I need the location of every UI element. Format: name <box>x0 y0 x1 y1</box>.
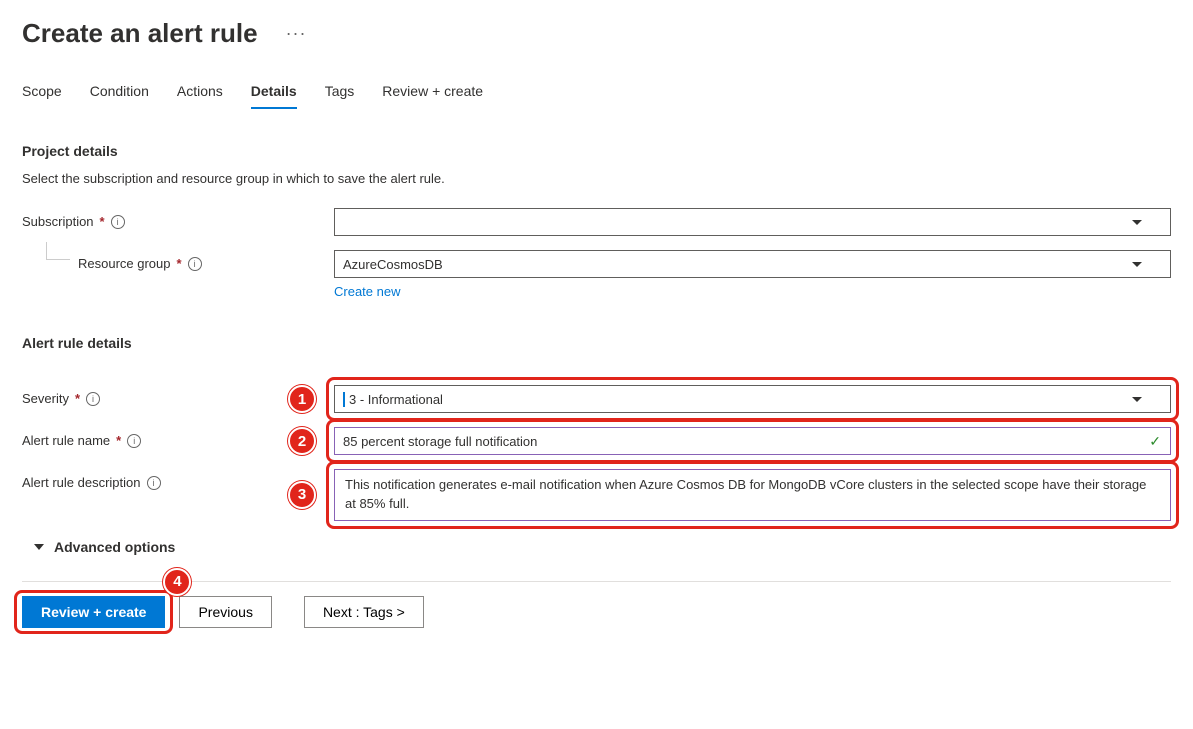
more-actions-icon[interactable]: ··· <box>286 23 307 44</box>
page-title: Create an alert rule <box>22 18 258 49</box>
info-icon[interactable]: i <box>188 257 202 271</box>
required-asterisk: * <box>116 433 121 448</box>
tree-connector <box>46 242 70 260</box>
tab-details[interactable]: Details <box>251 83 297 109</box>
chevron-down-icon <box>34 544 44 550</box>
advanced-options-toggle[interactable]: Advanced options <box>22 539 1171 555</box>
info-icon[interactable]: i <box>147 476 161 490</box>
required-asterisk: * <box>177 256 182 271</box>
required-asterisk: * <box>75 391 80 406</box>
info-icon[interactable]: i <box>86 392 100 406</box>
footer-actions: Review + create Previous Next : Tags > <box>22 581 1171 628</box>
review-create-button[interactable]: Review + create <box>22 596 165 628</box>
tab-review-create[interactable]: Review + create <box>382 83 483 109</box>
tab-condition[interactable]: Condition <box>90 83 149 109</box>
resource-group-select[interactable]: AzureCosmosDB <box>334 250 1171 278</box>
tab-tags[interactable]: Tags <box>325 83 355 109</box>
severity-select[interactable]: 3 - Informational <box>334 385 1171 413</box>
subscription-select[interactable] <box>334 208 1171 236</box>
project-details-sub: Select the subscription and resource gro… <box>22 171 1171 186</box>
create-new-link[interactable]: Create new <box>334 284 400 299</box>
severity-label: Severity <box>22 391 69 406</box>
next-tags-button[interactable]: Next : Tags > <box>304 596 424 628</box>
required-asterisk: * <box>100 214 105 229</box>
subscription-label: Subscription <box>22 214 94 229</box>
alert-rule-name-value: 85 percent storage full notification <box>343 434 537 449</box>
chevron-down-icon <box>1132 397 1142 402</box>
resource-group-label: Resource group <box>78 256 171 271</box>
tab-scope[interactable]: Scope <box>22 83 62 109</box>
info-icon[interactable]: i <box>111 215 125 229</box>
alert-rule-name-input[interactable]: 85 percent storage full notification <box>334 427 1171 455</box>
chevron-down-icon <box>1132 220 1142 225</box>
advanced-options-label: Advanced options <box>54 539 175 555</box>
previous-button[interactable]: Previous <box>179 596 271 628</box>
alert-rule-name-label: Alert rule name <box>22 433 110 448</box>
chevron-down-icon <box>1132 262 1142 267</box>
resource-group-value: AzureCosmosDB <box>343 257 443 272</box>
tab-actions[interactable]: Actions <box>177 83 223 109</box>
tabs: Scope Condition Actions Details Tags Rev… <box>22 83 1171 109</box>
alert-rule-description-input[interactable]: This notification generates e-mail notif… <box>334 469 1171 521</box>
alert-rule-description-value: This notification generates e-mail notif… <box>345 477 1146 511</box>
checkmark-icon: ✓ <box>1149 433 1161 450</box>
info-icon[interactable]: i <box>127 434 141 448</box>
project-details-heading: Project details <box>22 143 1171 159</box>
severity-value: 3 - Informational <box>343 392 443 407</box>
alert-rule-details-heading: Alert rule details <box>22 335 1171 351</box>
alert-rule-description-label: Alert rule description <box>22 475 141 490</box>
